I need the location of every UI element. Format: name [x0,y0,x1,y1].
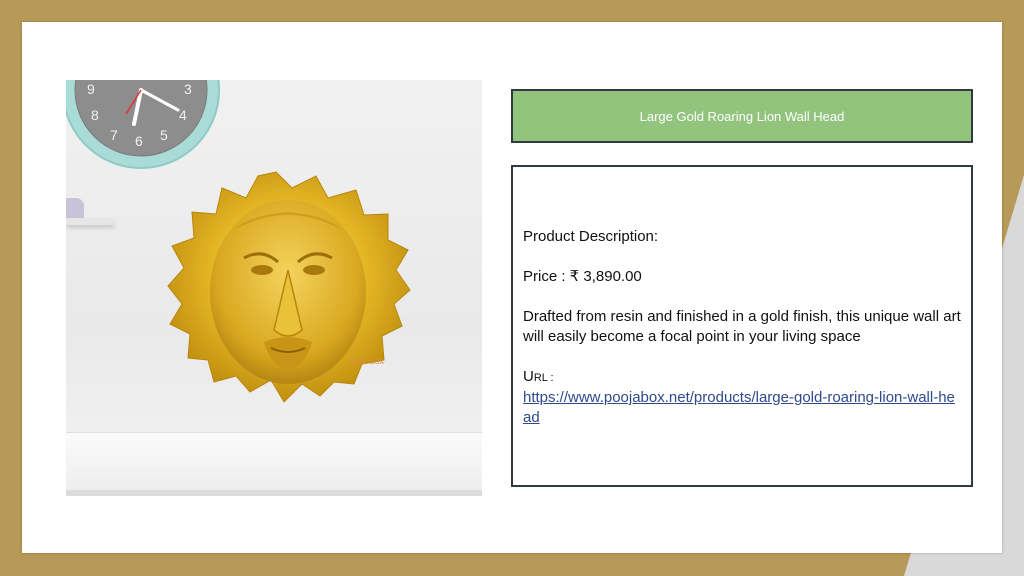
product-description: Drafted from resin and finished in a gol… [523,308,961,345]
url-label-rest: RL : [533,372,554,384]
watermark: ooja box [350,356,385,366]
product-title-box: Large Gold Roaring Lion Wall Head [511,89,973,143]
slide: 9 8 7 6 5 4 3 ooja box Large Gold Roarin… [22,22,1002,553]
product-image: 9 8 7 6 5 4 3 ooja box [66,80,482,496]
clock-number: 3 [184,81,192,97]
clock-number: 6 [135,133,143,149]
wall-clock: 9 8 7 6 5 4 3 [66,80,220,169]
product-title: Large Gold Roaring Lion Wall Head [639,108,845,124]
product-image-art: 9 8 7 6 5 4 3 ooja box [66,80,411,403]
clock-number: 5 [160,127,168,143]
lion-head [167,171,411,403]
url-label-initial: U [523,368,534,385]
description-heading: Product Description: [523,228,659,245]
url-label: URL : [523,367,961,388]
product-price: Price : ₹ 3,890.00 [523,268,642,285]
clock-number: 4 [179,107,187,123]
product-description-box: Product Description: Price : ₹ 3,890.00 … [511,165,973,487]
product-url-link[interactable]: https://www.poojabox.net/products/large-… [523,388,961,428]
clock-number: 7 [110,127,118,143]
clock-number: 8 [91,107,99,123]
clock-number: 9 [87,81,95,97]
